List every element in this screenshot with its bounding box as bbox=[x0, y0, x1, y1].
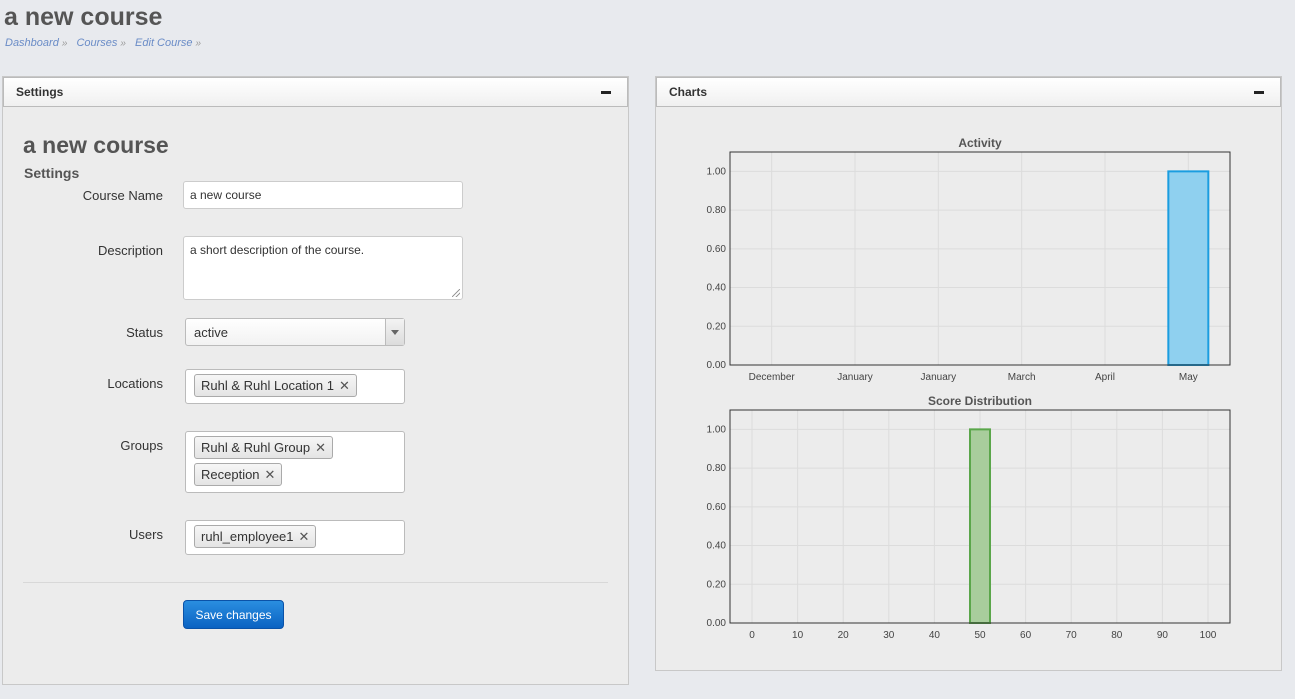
x-tick-label: January bbox=[921, 372, 957, 383]
collapse-icon[interactable] bbox=[1254, 90, 1264, 94]
score-distribution-chart: Score Distribution 0.00 0.20 0.40 0.60 0.80 1.… bbox=[707, 394, 1231, 641]
remove-tag-icon[interactable]: ✕ bbox=[339, 378, 350, 394]
group-tag: Ruhl & Ruhl Group ✕ bbox=[194, 436, 334, 459]
x-tick-label: 70 bbox=[1066, 630, 1078, 641]
status-select[interactable]: active bbox=[185, 318, 405, 346]
description-label: Description bbox=[97, 243, 163, 258]
y-tick-label: 0.60 bbox=[707, 244, 727, 255]
x-tick-label: 0 bbox=[749, 630, 755, 641]
users-label: Users bbox=[129, 527, 163, 542]
resize-grip-icon[interactable] bbox=[452, 289, 460, 297]
activity-bar bbox=[1167, 170, 1210, 367]
y-tick-label: 1.00 bbox=[707, 424, 727, 435]
y-tick-label: 0.00 bbox=[707, 360, 727, 371]
course-name-input[interactable]: a new course bbox=[183, 181, 463, 209]
charts-panel: Charts Activity 0.00 0.20 0.40 0.60 0.80 1.00 D… bbox=[655, 76, 1282, 671]
chart-title: Activity bbox=[958, 136, 1002, 150]
groups-label: Groups bbox=[120, 438, 163, 453]
x-tick-label: 40 bbox=[929, 630, 941, 641]
page-title: a new course bbox=[4, 3, 163, 31]
x-tick-label: 30 bbox=[883, 630, 895, 641]
x-tick-label: 80 bbox=[1111, 630, 1123, 641]
x-tick-label: 100 bbox=[1200, 630, 1217, 641]
locations-label: Locations bbox=[107, 376, 163, 391]
y-tick-label: 0.40 bbox=[707, 541, 727, 552]
chart-title: Score Distribution bbox=[928, 394, 1032, 408]
form-title: a new course bbox=[23, 132, 169, 158]
x-tick-label: 20 bbox=[838, 630, 850, 641]
score-bar bbox=[969, 428, 991, 625]
breadcrumb-edit-course[interactable]: Edit Course» bbox=[135, 37, 201, 49]
y-tick-label: 0.20 bbox=[707, 579, 727, 590]
description-textarea[interactable]: a short description of the course. bbox=[183, 236, 463, 300]
breadcrumb: Dashboard» Courses» Edit Course» bbox=[5, 37, 207, 49]
x-tick-label: 90 bbox=[1157, 630, 1169, 641]
course-name-label: Course Name bbox=[82, 188, 163, 203]
charts-area: Activity 0.00 0.20 0.40 0.60 0.80 1.00 December… bbox=[707, 136, 1231, 641]
charts-panel-header: Charts bbox=[656, 77, 1281, 107]
y-tick-label: 0.60 bbox=[707, 502, 727, 513]
y-tick-label: 1.00 bbox=[707, 166, 727, 177]
plot-frame bbox=[729, 151, 1231, 366]
x-tick-label: January bbox=[837, 372, 873, 383]
breadcrumb-courses[interactable]: Courses» bbox=[76, 37, 126, 49]
users-tag-input[interactable]: ruhl_employee1 ✕ bbox=[185, 520, 405, 555]
y-tick-label: 0.80 bbox=[707, 205, 727, 216]
y-tick-label: 0.00 bbox=[707, 618, 727, 629]
x-tick-label: May bbox=[1179, 372, 1198, 383]
group-tag: Reception ✕ bbox=[194, 463, 283, 486]
remove-tag-icon[interactable]: ✕ bbox=[265, 467, 276, 483]
x-tick-label: April bbox=[1095, 372, 1115, 383]
form-divider bbox=[23, 582, 608, 583]
settings-panel-title: Settings bbox=[16, 85, 64, 99]
remove-tag-icon[interactable]: ✕ bbox=[299, 529, 310, 545]
x-tick-label: 10 bbox=[792, 630, 804, 641]
breadcrumb-dashboard[interactable]: Dashboard» bbox=[5, 37, 67, 49]
form-subtitle: Settings bbox=[24, 165, 80, 181]
y-tick-label: 0.20 bbox=[707, 321, 727, 332]
x-tick-label: December bbox=[749, 372, 796, 383]
user-tag: ruhl_employee1 ✕ bbox=[194, 525, 317, 548]
save-button[interactable]: Save changes bbox=[183, 600, 284, 629]
remove-tag-icon[interactable]: ✕ bbox=[315, 440, 326, 456]
charts-panel-title: Charts bbox=[669, 85, 708, 99]
activity-chart: Activity 0.00 0.20 0.40 0.60 0.80 1.00 December… bbox=[707, 136, 1231, 383]
collapse-icon[interactable] bbox=[601, 90, 611, 94]
groups-tag-input[interactable]: Ruhl & Ruhl Group ✕ Reception ✕ bbox=[185, 431, 405, 493]
x-tick-label: 50 bbox=[974, 630, 986, 641]
settings-panel-header: Settings bbox=[3, 77, 628, 107]
status-label: Status bbox=[126, 325, 163, 340]
x-tick-label: March bbox=[1008, 372, 1036, 383]
y-tick-label: 0.40 bbox=[707, 283, 727, 294]
chevron-down-icon[interactable] bbox=[385, 319, 404, 345]
x-tick-label: 60 bbox=[1020, 630, 1032, 641]
locations-tag-input[interactable]: Ruhl & Ruhl Location 1 ✕ bbox=[185, 369, 405, 404]
settings-panel: Settings a new course Settings Course Na… bbox=[2, 76, 629, 685]
y-tick-label: 0.80 bbox=[707, 463, 727, 474]
location-tag: Ruhl & Ruhl Location 1 ✕ bbox=[194, 374, 357, 397]
